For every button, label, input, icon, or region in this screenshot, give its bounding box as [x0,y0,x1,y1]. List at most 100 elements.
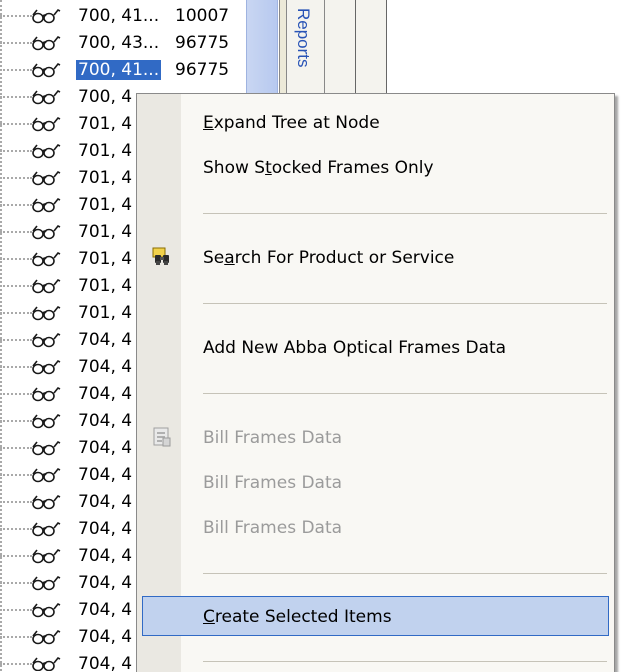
glasses-icon [30,332,62,348]
context-menu: Expand Tree at Node Show Stocked Frames O… [136,93,615,672]
tree-row-name: 701, 4 [78,114,133,134]
tree-row-name: 701, 4 [78,141,133,161]
side-tab-blank-1[interactable] [325,0,356,100]
menu-item-label: Create Selected Items [203,607,392,627]
tree-connector [0,636,32,638]
tree-connector [0,96,32,98]
menu-separator [203,213,607,214]
menu-separator [203,661,607,662]
tree-row[interactable]: 700, 41... 10007 [0,2,250,29]
tree-row-name: 704, 4 [78,600,133,620]
tree-row-name: 704, 4 [78,330,133,350]
tree-connector [0,501,32,503]
menu-item-label: Add New Abba Optical Frames Data [203,338,507,358]
glasses-icon [30,62,62,78]
tab-reports[interactable]: Reports [287,0,325,100]
glasses-icon [30,467,62,483]
glasses-icon [30,305,62,321]
tree-row-name: 704, 4 [78,384,133,404]
tree-row-name: 704, 4 [78,546,133,566]
tree-row-name: 700, 41... [76,60,162,80]
binoculars-icon [151,246,173,268]
glasses-icon [30,656,62,671]
menu-item-create-selected-items[interactable]: Create Selected Items [142,596,609,636]
tree-connector [0,150,32,152]
tree-row-name: 704, 4 [78,573,133,593]
glasses-icon [30,35,62,51]
menu-item-add-new-abba-optical-frames-data[interactable]: Add New Abba Optical Frames Data [137,328,614,368]
menu-separator [203,303,607,304]
tree-connector [0,366,32,368]
glasses-icon [30,602,62,618]
glasses-icon [30,521,62,537]
menu-separator [203,573,607,574]
tree-connector [0,123,32,125]
tree-row-name: 701, 4 [78,303,133,323]
menu-item-bill-frames-data: Bill Frames Data [137,418,614,458]
tree-row-name: 704, 4 [78,492,133,512]
glasses-icon [30,197,62,213]
menu-item-expand-tree-at-node[interactable]: Expand Tree at Node [137,103,614,143]
menu-item-bill-frames-data: Bill Frames Data [137,508,614,548]
glasses-icon [30,251,62,267]
tree-connector [0,15,32,17]
menu-item-label: Show Stocked Frames Only [203,158,434,178]
glasses-icon [30,629,62,645]
tree-row-name: 704, 4 [78,411,133,431]
tree-connector [0,447,32,449]
glasses-icon [30,575,62,591]
menu-item-label: Bill Frames Data [203,473,343,493]
glasses-icon [30,548,62,564]
tab-reports-label: Reports [294,8,313,68]
glasses-icon [30,224,62,240]
tree-connector [0,474,32,476]
tree-row-name: 704, 4 [78,627,133,647]
menu-item-label: Bill Frames Data [203,518,343,538]
glasses-icon [30,8,62,24]
glasses-icon [30,116,62,132]
tree-connector [0,258,32,260]
tree-row-value: 96775 [175,33,230,53]
tree-row-value: 96775 [175,60,230,80]
glasses-icon [30,413,62,429]
tree-row-name: 704, 4 [78,519,133,539]
scrollbar-thumb[interactable] [246,0,278,94]
tree-connector [0,555,32,557]
glasses-icon [30,386,62,402]
glasses-icon [30,440,62,456]
menu-item-search-for-product-or-service[interactable]: Search For Product or Service [137,238,614,278]
glasses-icon [30,278,62,294]
menu-item-bill-frames-data: Bill Frames Data [137,463,614,503]
glasses-icon [30,359,62,375]
menu-item-label: Expand Tree at Node [203,113,380,133]
tree-connector [0,231,32,233]
side-tab-blank-2[interactable] [356,0,387,100]
tree-row-name: 701, 4 [78,195,133,215]
tree-connector [0,609,32,611]
tree-row-name: 700, 4 [78,87,133,107]
tree-row[interactable]: 700, 43... 96775 [0,29,250,56]
tree-connector [0,339,32,341]
tree-row[interactable]: 700, 41... 96775 [0,56,250,83]
tree-connector [0,663,32,665]
tree-row-name: 704, 4 [78,654,133,671]
glasses-icon [30,494,62,510]
glasses-icon [30,143,62,159]
tree-connector [0,177,32,179]
tree-row-name: 701, 4 [78,222,133,242]
tree-connector [0,420,32,422]
tree-row-name: 704, 4 [78,465,133,485]
tree-row-name: 704, 4 [78,357,133,377]
glasses-icon [30,170,62,186]
tree-row-name: 701, 4 [78,249,133,269]
menu-item-show-stocked-frames-only[interactable]: Show Stocked Frames Only [137,148,614,188]
tree-row-name: 700, 43... [78,33,160,53]
tree-row-name: 700, 41... [78,6,160,26]
menu-item-label: Bill Frames Data [203,428,343,448]
tree-connector [0,285,32,287]
tree-connector [0,312,32,314]
menu-separator [203,393,607,394]
tree-connector [0,393,32,395]
glasses-icon [30,89,62,105]
tree-row-name: 701, 4 [78,168,133,188]
